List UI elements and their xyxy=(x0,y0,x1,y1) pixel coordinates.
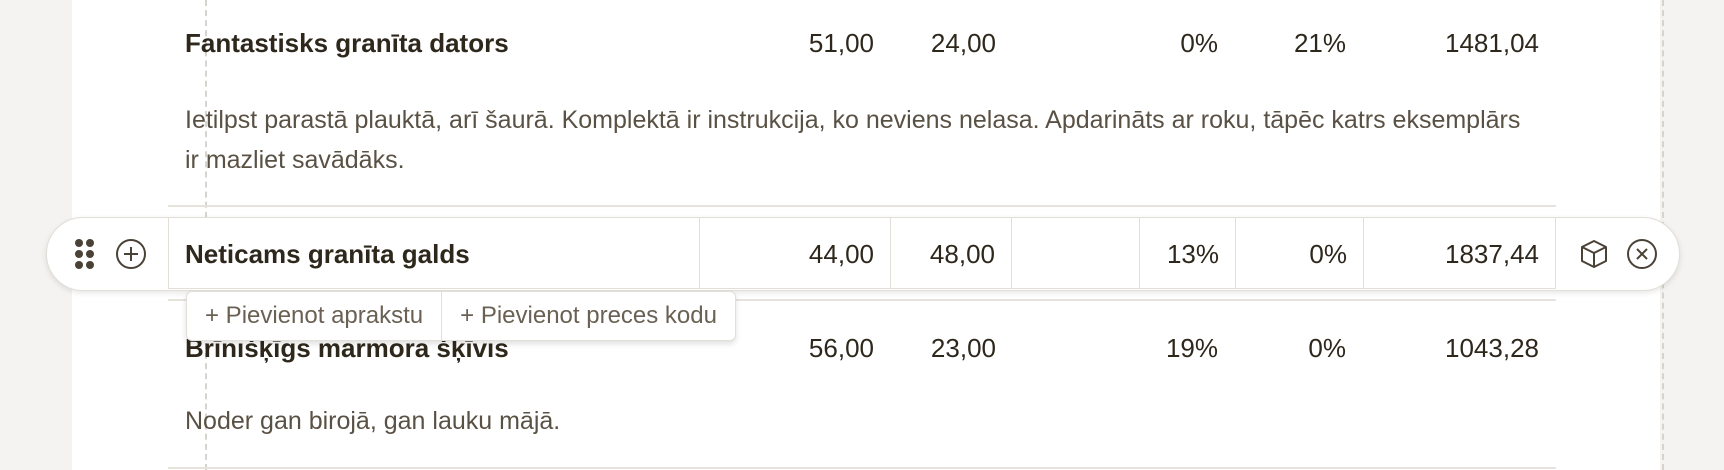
item-vat-b-field[interactable]: 0% xyxy=(1235,217,1364,289)
item-name-field[interactable]: Neticams granīta galds xyxy=(168,217,700,289)
item-vat-b[interactable]: 21% xyxy=(1250,28,1346,58)
item-name[interactable]: Fantastisks granīta dators xyxy=(185,28,509,58)
cube-icon[interactable] xyxy=(1578,238,1610,270)
item-quantity[interactable]: 51,00 xyxy=(740,28,874,58)
item-price-field[interactable]: 48,00 xyxy=(890,217,1012,289)
item-vat-a[interactable]: 19% xyxy=(1130,333,1218,363)
item-total: 1481,04 xyxy=(1445,28,1539,58)
item-vat-a-field[interactable]: 13% xyxy=(1139,217,1236,289)
row-divider xyxy=(168,205,1556,207)
item-quantity[interactable]: 56,00 xyxy=(740,333,874,363)
item-description[interactable]: Noder gan birojā, gan lauku mājā. xyxy=(185,401,1525,441)
plus-circle-icon[interactable] xyxy=(115,238,147,270)
item-price[interactable]: 24,00 xyxy=(870,28,996,58)
item-price[interactable]: 23,00 xyxy=(870,333,996,363)
item-total: 1043,28 xyxy=(1445,333,1539,363)
add-product-code-button[interactable]: + Pievienot preces kodu xyxy=(441,292,735,340)
item-discount-field[interactable] xyxy=(1011,217,1140,289)
close-circle-icon[interactable] xyxy=(1626,238,1658,270)
drag-handle-icon[interactable] xyxy=(75,239,94,269)
item-quantity-field[interactable]: 44,00 xyxy=(699,217,891,289)
row-add-actions: + Pievienot aprakstu + Pievienot preces … xyxy=(186,291,736,341)
item-vat-b[interactable]: 0% xyxy=(1250,333,1346,363)
add-description-button[interactable]: + Pievienot aprakstu xyxy=(187,292,441,340)
item-vat-a[interactable]: 0% xyxy=(1130,28,1218,58)
table-row-active[interactable]: Neticams granīta galds 44,00 48,00 13% 0… xyxy=(168,217,1556,291)
item-description[interactable]: Ietilpst parastā plauktā, arī šaurā. Kom… xyxy=(185,100,1525,180)
row-divider xyxy=(168,467,1556,469)
item-total-field: 1837,44 xyxy=(1363,217,1556,289)
